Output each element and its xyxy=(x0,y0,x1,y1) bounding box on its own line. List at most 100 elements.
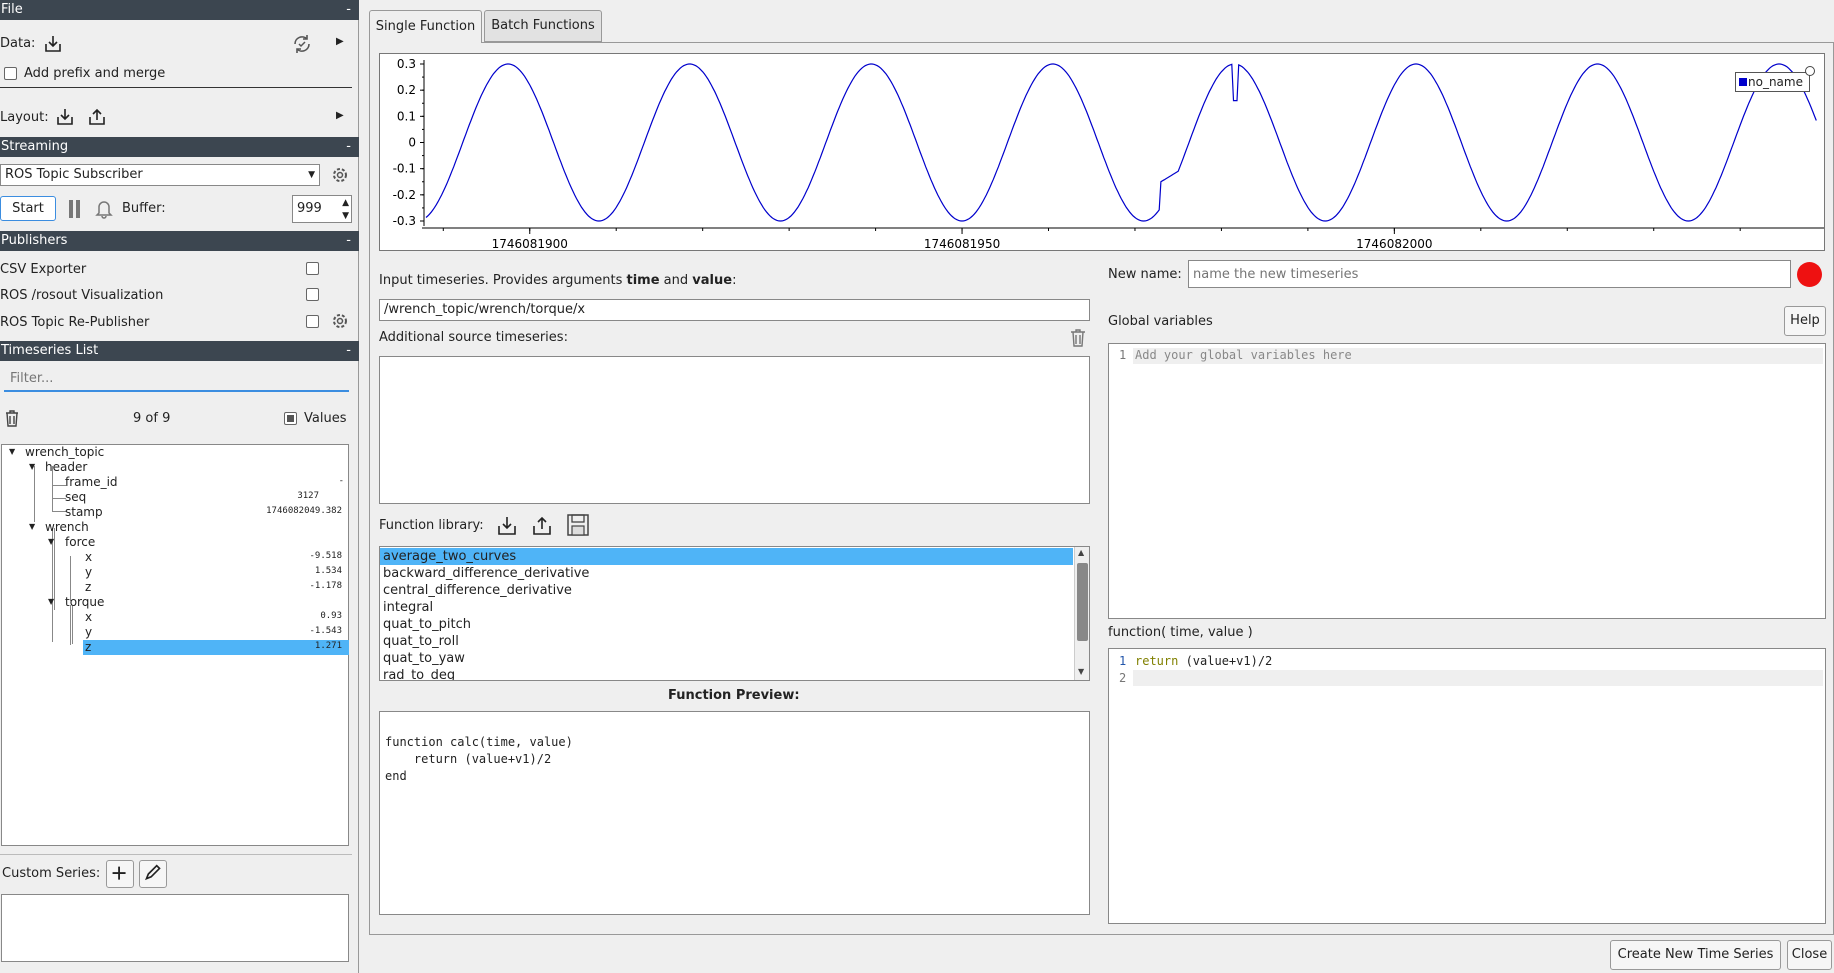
tree-expand-icon[interactable]: ▼ xyxy=(29,462,35,471)
preview-line: return (value+v1)/2 xyxy=(385,752,552,766)
buffer-label: Buffer: xyxy=(122,201,166,216)
library-item[interactable]: integral xyxy=(380,599,1070,616)
collapse-toggle[interactable]: - xyxy=(346,231,351,251)
tree-node-header[interactable]: header xyxy=(45,460,87,474)
stepper-down-icon[interactable]: ▼ xyxy=(342,203,349,229)
tree-node-force[interactable]: force xyxy=(65,535,95,549)
library-item[interactable]: quat_to_yaw xyxy=(380,650,1070,667)
save-function-icon[interactable] xyxy=(565,512,591,538)
tree-leaf-torque-y[interactable]: y xyxy=(85,625,92,639)
library-item-label: backward_difference_derivative xyxy=(383,566,590,581)
file-section-header[interactable]: File - xyxy=(0,0,359,20)
streaming-source-select[interactable]: ROS Topic Subscriber ▼ xyxy=(0,164,320,186)
tree-value: 1746082049.382 xyxy=(266,506,342,516)
edit-custom-series-button[interactable] xyxy=(139,860,167,888)
additional-source-list[interactable] xyxy=(379,356,1090,504)
start-button[interactable]: Start xyxy=(0,196,56,221)
tree-leaf-frame-id[interactable]: frame_id xyxy=(65,475,118,489)
create-new-time-series-button[interactable]: Create New Time Series xyxy=(1610,940,1781,970)
chevron-down-icon: ▼ xyxy=(308,170,315,180)
library-item[interactable]: rad_to_deg xyxy=(380,667,1070,680)
pencil-icon xyxy=(144,864,161,881)
line-number: 1 xyxy=(1119,348,1127,362)
publisher-checkbox[interactable] xyxy=(306,262,319,275)
filter-input[interactable] xyxy=(4,366,349,392)
expand-arrow-icon[interactable]: ▶ xyxy=(336,36,344,47)
tree-leaf-torque-z[interactable]: z xyxy=(85,640,91,654)
tree-leaf-torque-x[interactable]: x xyxy=(85,610,92,624)
custom-series-list[interactable] xyxy=(1,894,349,962)
scrollbar-thumb[interactable] xyxy=(1077,563,1088,641)
streaming-section-header[interactable]: Streaming - xyxy=(0,137,359,157)
tree-leaf-force-z[interactable]: z xyxy=(85,580,91,594)
expand-arrow-icon[interactable]: ▶ xyxy=(336,110,344,121)
tree-node-torque[interactable]: torque xyxy=(65,595,104,609)
library-item[interactable]: quat_to_pitch xyxy=(380,616,1070,633)
library-item[interactable]: quat_to_roll xyxy=(380,633,1070,650)
tree-expand-icon[interactable]: ▼ xyxy=(9,447,15,456)
import-data-icon[interactable] xyxy=(42,33,64,55)
function-code-editor[interactable]: 1 2 return (value+v1)/2 xyxy=(1108,648,1826,924)
timeseries-tree[interactable]: ▼ wrench_topic ▼ header frame_id - seq 3… xyxy=(1,444,349,846)
import-library-icon[interactable] xyxy=(495,514,519,538)
gear-icon[interactable] xyxy=(330,311,350,331)
trash-icon[interactable] xyxy=(3,408,21,428)
tree-guide xyxy=(72,606,73,644)
scroll-down-icon[interactable]: ▼ xyxy=(1078,667,1084,676)
trash-icon[interactable] xyxy=(1068,327,1088,349)
input-timeseries-field[interactable]: /wrench_topic/wrench/torque/x xyxy=(379,299,1090,321)
publisher-rosout: ROS /rosout Visualization xyxy=(0,288,164,303)
tree-expand-icon[interactable]: ▼ xyxy=(48,597,54,606)
collapse-toggle[interactable]: - xyxy=(346,137,351,157)
tree-leaf-force-x[interactable]: x xyxy=(85,550,92,564)
tree-node-wrench-topic[interactable]: wrench_topic xyxy=(25,445,104,459)
legend-label: no_name xyxy=(1748,75,1803,89)
close-button[interactable]: Close xyxy=(1787,940,1832,970)
collapse-toggle[interactable]: - xyxy=(346,0,351,20)
function-library-list[interactable]: average_two_curves backward_difference_d… xyxy=(379,546,1090,681)
values-checkbox[interactable] xyxy=(284,412,297,425)
new-name-input[interactable] xyxy=(1188,260,1791,288)
tree-expand-icon[interactable]: ▼ xyxy=(48,537,54,546)
library-item[interactable]: average_two_curves xyxy=(380,548,1073,565)
publisher-checkbox[interactable] xyxy=(306,315,319,328)
global-variables-editor[interactable]: 1 Add your global variables here xyxy=(1108,343,1826,619)
load-layout-icon[interactable] xyxy=(54,106,76,128)
tab-single-function[interactable]: Single Function xyxy=(369,10,482,43)
library-item-label: quat_to_yaw xyxy=(383,651,465,666)
tab-batch-functions[interactable]: Batch Functions xyxy=(484,10,602,42)
library-item[interactable]: backward_difference_derivative xyxy=(380,565,1070,582)
tree-node-wrench[interactable]: wrench xyxy=(45,520,89,534)
legend-handle[interactable] xyxy=(1805,66,1815,76)
scroll-up-icon[interactable]: ▲ xyxy=(1078,548,1084,557)
preview-chart[interactable]: 0.3 0.2 0.1 0 -0.1 -0.2 -0.3 1746081900 17460819… xyxy=(379,53,1825,251)
code-keyword: return xyxy=(1135,654,1179,668)
add-prefix-checkbox[interactable] xyxy=(4,67,17,80)
collapse-toggle[interactable]: - xyxy=(346,341,351,361)
save-layout-icon[interactable] xyxy=(86,106,108,128)
tree-leaf-force-y[interactable]: y xyxy=(85,565,92,579)
library-item[interactable]: central_difference_derivative xyxy=(380,582,1070,599)
help-button[interactable]: Help xyxy=(1784,306,1826,336)
scrollbar[interactable]: ▲ ▼ xyxy=(1074,547,1089,680)
tree-leaf-stamp[interactable]: stamp xyxy=(65,505,103,519)
timeseries-section-header[interactable]: Timeseries List - xyxy=(0,341,359,361)
gear-icon[interactable] xyxy=(330,165,350,185)
data-label: Data: xyxy=(0,36,36,51)
publishers-section-header[interactable]: Publishers - xyxy=(0,231,359,251)
publisher-checkbox[interactable] xyxy=(306,288,319,301)
tree-leaf-seq[interactable]: seq xyxy=(65,490,86,504)
values-label: Values xyxy=(304,411,347,426)
x-tick-label: 1746081900 xyxy=(492,237,568,250)
bell-icon[interactable] xyxy=(94,197,114,219)
code-line: return (value+v1)/2 xyxy=(1135,654,1272,668)
series-line-no-name xyxy=(425,63,1817,222)
add-custom-series-button[interactable] xyxy=(106,860,134,888)
reload-icon[interactable] xyxy=(290,32,314,56)
pause-icon[interactable] xyxy=(68,200,82,218)
library-item-label: average_two_curves xyxy=(383,549,517,564)
buffer-spinbox[interactable]: 999 ▲ ▼ xyxy=(292,195,352,223)
tree-expand-icon[interactable]: ▼ xyxy=(29,522,35,531)
x-tick-label: 1746082000 xyxy=(1356,237,1432,250)
export-library-icon[interactable] xyxy=(530,514,554,538)
